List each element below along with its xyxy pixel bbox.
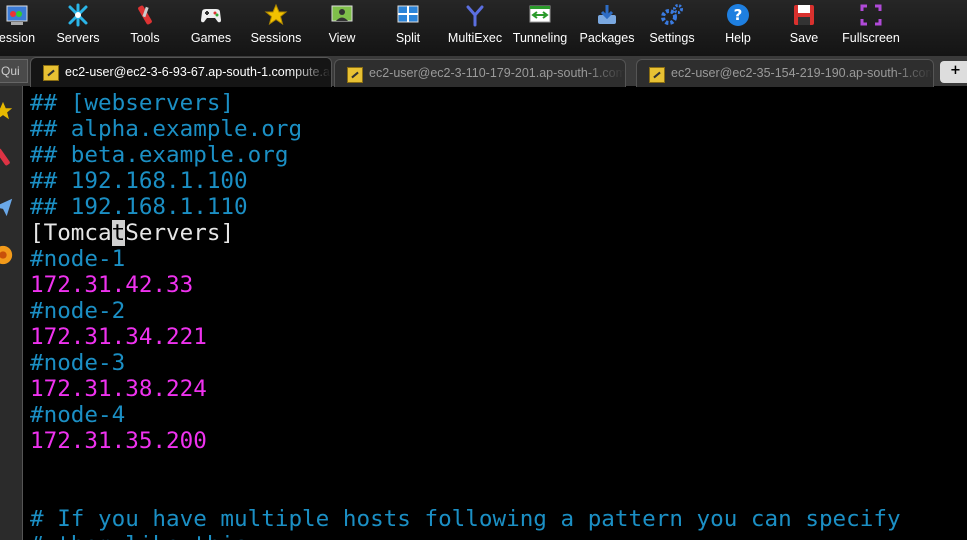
session-button[interactable]: ession	[0, 0, 40, 56]
games-button[interactable]: Games	[186, 0, 236, 56]
split-button[interactable]: Split	[386, 0, 430, 56]
sessions-label: Sessions	[250, 31, 302, 45]
terminal-line: 172.31.34.221	[30, 324, 207, 350]
svg-text:?: ?	[734, 6, 743, 24]
terminal-line: ## alpha.example.org	[30, 116, 303, 142]
tools-label: Tools	[130, 31, 160, 45]
terminal-tab-icon	[43, 65, 59, 81]
view-button[interactable]: View	[318, 0, 366, 56]
fork-icon	[466, 5, 484, 27]
servers-label: Servers	[56, 31, 100, 45]
line-text-before-cursor: [Tomca	[30, 220, 112, 246]
floppy-icon	[794, 5, 814, 25]
star-icon[interactable]	[0, 100, 14, 122]
sessions-button[interactable]: Sessions	[248, 0, 304, 56]
tunneling-button[interactable]: Tunneling	[510, 0, 570, 56]
multiexec-button[interactable]: MultiExec	[444, 0, 506, 56]
session-label: ession	[0, 31, 36, 45]
terminal-tab-icon	[347, 67, 363, 83]
terminal-line: 172.31.42.33	[30, 272, 194, 298]
terminal-line: 172.31.35.200	[30, 428, 207, 454]
fullscreen-icon	[860, 4, 882, 26]
tools-button[interactable]: Tools	[120, 0, 170, 56]
tunneling-label: Tunneling	[512, 31, 568, 45]
left-sidebar	[0, 86, 23, 540]
tab-session-2[interactable]: ec2-user@ec2-3-110-179-201.ap-south-1.co…	[334, 59, 626, 87]
terminal-line: ## 192.168.1.100	[30, 168, 248, 194]
servers-button[interactable]: Servers	[50, 0, 106, 56]
text-cursor: t	[111, 220, 126, 246]
macro-icon[interactable]	[0, 244, 14, 266]
tab-strip: Qui ec2-user@ec2-3-6-93-67.ap-south-1.co…	[0, 56, 967, 87]
terminal-line: ## beta.example.org	[30, 142, 289, 168]
tab-session-3[interactable]: ec2-user@ec2-35-154-219-190.ap-south-1.c…	[636, 59, 934, 87]
tools-icon	[138, 5, 152, 25]
terminal-line: #node-4	[30, 402, 126, 428]
view-label: View	[328, 31, 356, 45]
tools-icon[interactable]	[0, 146, 14, 168]
terminal-line: ## 192.168.1.110	[30, 194, 248, 220]
terminal-tab-icon	[649, 67, 665, 83]
split-icon	[397, 5, 419, 23]
star-icon	[264, 3, 288, 26]
help-label: Help	[725, 31, 751, 45]
gear-icon	[661, 4, 683, 25]
split-label: Split	[395, 31, 421, 45]
view-icon	[331, 5, 353, 22]
help-button[interactable]: ? Help	[716, 0, 760, 56]
tunnel-icon	[529, 5, 551, 23]
quick-connect-input[interactable]: Qui	[0, 59, 28, 83]
settings-button[interactable]: Settings	[644, 0, 700, 56]
multiexec-label: MultiExec	[447, 31, 503, 45]
games-label: Games	[190, 31, 232, 45]
fullscreen-label: Fullscreen	[842, 31, 900, 45]
terminal-line: #node-3	[30, 350, 126, 376]
main-toolbar: ession Servers Tools Games Sessions View…	[0, 0, 967, 56]
packages-label: Packages	[579, 31, 635, 45]
servers-icon	[68, 3, 88, 27]
download-icon	[598, 5, 616, 24]
fullscreen-button[interactable]: Fullscreen	[838, 0, 904, 56]
save-button[interactable]: Save	[782, 0, 826, 56]
help-icon: ?	[727, 4, 749, 26]
settings-label: Settings	[649, 31, 695, 45]
terminal-line: 172.31.38.224	[30, 376, 207, 402]
send-icon[interactable]	[0, 196, 14, 218]
terminal-line: # If you have multiple hosts following a…	[30, 506, 901, 532]
session-icon	[6, 5, 28, 25]
terminal-line: # them like this:	[30, 532, 261, 540]
terminal-output[interactable]: ## [webservers] ## alpha.example.org ## …	[24, 90, 967, 540]
packages-button[interactable]: Packages	[576, 0, 638, 56]
tab-session-1[interactable]: ec2-user@ec2-3-6-93-67.ap-south-1.comput…	[30, 57, 332, 87]
terminal-line: #node-1	[30, 246, 126, 272]
terminal-line: ## [webservers]	[30, 90, 235, 116]
terminal-line: #node-2	[30, 298, 126, 324]
line-text-after-cursor: Servers]	[125, 220, 235, 246]
terminal-line-cursor: [TomcatServers]	[30, 220, 234, 246]
save-label: Save	[789, 31, 819, 45]
new-tab-button[interactable]: +	[940, 61, 967, 83]
gamepad-icon	[201, 9, 221, 23]
